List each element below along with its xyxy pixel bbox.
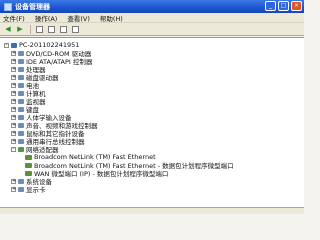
collapse-icon[interactable]: - <box>11 146 16 152</box>
expand-icon[interactable]: + <box>11 130 16 136</box>
minimize-button[interactable]: _ <box>265 1 276 11</box>
expand-icon[interactable]: + <box>11 186 16 192</box>
adapter-icon <box>25 170 32 176</box>
menu-file[interactable]: 文件(F) <box>3 13 25 23</box>
adapter-icon <box>25 154 32 160</box>
ide-icon <box>18 58 24 64</box>
expand-icon[interactable]: + <box>11 90 16 96</box>
cpu-icon <box>18 66 24 72</box>
toolbar-separator <box>30 24 31 34</box>
hid-icon <box>18 114 24 120</box>
forward-icon[interactable]: ▶ <box>15 24 25 34</box>
display-icon <box>18 186 24 192</box>
back-icon[interactable]: ◀ <box>3 24 13 34</box>
help-icon[interactable] <box>58 24 68 34</box>
menu-action[interactable]: 操作(A) <box>35 13 58 23</box>
menu-view[interactable]: 查看(V) <box>67 13 90 23</box>
tree-item[interactable]: + 显示卡 <box>11 185 46 194</box>
network-icon <box>18 146 24 152</box>
menu-help[interactable]: 帮助(H) <box>100 13 123 23</box>
status-bar <box>0 207 304 214</box>
close-button[interactable]: × <box>291 1 302 11</box>
expand-icon[interactable]: + <box>11 178 16 184</box>
expand-icon[interactable]: + <box>11 50 16 56</box>
refresh-icon[interactable] <box>70 24 80 34</box>
expand-icon[interactable]: + <box>11 122 16 128</box>
battery-icon <box>18 82 24 88</box>
computer-icon <box>11 42 17 48</box>
window-controls: _ □ × <box>265 1 302 11</box>
expand-icon[interactable]: + <box>11 66 16 72</box>
toolbar: ◀ ▶ <box>0 23 304 36</box>
window-title: 设备管理器 <box>15 2 50 11</box>
expand-icon[interactable]: + <box>11 58 16 64</box>
view-icon[interactable] <box>34 24 44 34</box>
tree-item-network[interactable]: - 网络适配器 <box>11 145 59 154</box>
sound-icon <box>18 122 24 128</box>
expand-icon[interactable]: + <box>11 114 16 120</box>
menu-bar: 文件(F) 操作(A) 查看(V) 帮助(H) <box>0 13 304 23</box>
expand-icon[interactable]: + <box>11 82 16 88</box>
device-tree: - PC-201102241951 + DVD/CD-ROM 驱动器 + IDE… <box>0 37 304 207</box>
mouse-icon <box>18 130 24 136</box>
expand-icon[interactable]: + <box>11 98 16 104</box>
monitor-icon <box>18 98 24 104</box>
computer-icon <box>18 90 24 96</box>
collapse-icon[interactable]: - <box>4 42 9 48</box>
keyboard-icon <box>18 106 24 112</box>
maximize-button[interactable]: □ <box>278 1 289 11</box>
tree-item[interactable]: + IDE ATA/ATAPI 控制器 <box>11 57 92 66</box>
tree-item-label: WAN 微型端口 (IP) - 数据包计划程序微型端口 <box>34 170 169 178</box>
adapter-icon <box>25 162 32 168</box>
disk-icon <box>18 74 24 80</box>
dvd-icon <box>18 50 24 56</box>
system-icon <box>18 178 24 184</box>
title-bar: 设备管理器 _ □ × <box>0 0 304 13</box>
tree-item-label: 显示卡 <box>26 186 46 194</box>
properties-icon[interactable] <box>46 24 56 34</box>
usb-icon <box>18 138 24 144</box>
expand-icon[interactable]: + <box>11 74 16 80</box>
expand-icon[interactable]: + <box>11 106 16 112</box>
device-manager-icon <box>4 2 12 11</box>
expand-icon[interactable]: + <box>11 138 16 144</box>
